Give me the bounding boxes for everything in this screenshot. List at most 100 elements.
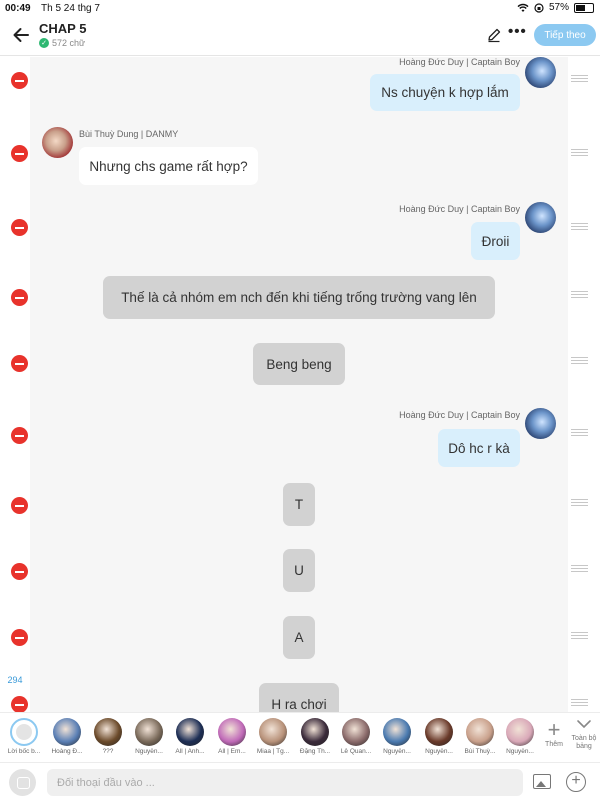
delete-message-icon[interactable]: [11, 497, 28, 514]
speaker-name: Hoàng Đức Duy | Captain Boy: [399, 57, 520, 67]
more-options-icon[interactable]: •••: [508, 23, 527, 40]
plus-icon: +: [547, 717, 561, 742]
speaker-name: Hoàng Đức Duy | Captain Boy: [399, 410, 520, 420]
character-item[interactable]: Nguyễn...: [501, 718, 539, 755]
character-name: Nguyễn...: [135, 748, 163, 755]
character-item[interactable]: Nguyễn...: [420, 718, 458, 755]
character-avatar: [425, 718, 453, 746]
battery-percent: 57%: [548, 2, 569, 13]
drag-handle-icon[interactable]: [571, 223, 588, 232]
character-item[interactable]: Nguyễn...: [130, 718, 168, 755]
word-count: ✓ 572 chữ: [39, 38, 85, 48]
narration-row: T: [0, 483, 600, 528]
character-name: Nguyễn...: [506, 748, 534, 755]
character-item[interactable]: Đặng Th...: [296, 718, 334, 755]
drag-handle-icon[interactable]: [571, 291, 588, 300]
character-name: Nguyễn...: [383, 748, 411, 755]
narration-row: Thế là cả nhóm em nch đến khi tiếng trốn…: [0, 276, 600, 321]
delete-message-icon[interactable]: [11, 355, 28, 372]
status-right: 57%: [517, 2, 594, 13]
character-bar: Lời bốc b... Hoàng Đ... ??? Nguyễn... Al…: [0, 712, 600, 762]
narration-row: H ra chơi: [0, 683, 600, 712]
message-bubble[interactable]: Nhưng chs game rất hợp?: [79, 147, 258, 185]
delete-message-icon[interactable]: [11, 219, 28, 236]
message-bubble[interactable]: Dô hc r kà: [438, 429, 520, 467]
character-name: Lê Quan...: [340, 748, 372, 755]
back-arrow-icon[interactable]: [10, 24, 32, 46]
orientation-lock-icon: [534, 2, 544, 13]
chat-area[interactable]: Hoàng Đức Duy | Captain Boy Ns chuyện k …: [0, 57, 600, 712]
delete-message-icon[interactable]: [11, 629, 28, 646]
narration-bubble[interactable]: Thế là cả nhóm em nch đến khi tiếng trốn…: [103, 276, 495, 319]
edit-pencil-icon[interactable]: [486, 27, 502, 43]
dialogue-input[interactable]: [47, 769, 523, 796]
delete-message-icon[interactable]: [11, 427, 28, 444]
character-avatar: [135, 718, 163, 746]
delete-message-icon[interactable]: [11, 72, 28, 89]
add-circle-icon[interactable]: +: [566, 772, 586, 792]
drag-handle-icon[interactable]: [571, 699, 588, 708]
message-bubble[interactable]: Ns chuyện k hợp lắm: [370, 74, 520, 111]
add-label: Thêm: [545, 741, 563, 748]
full-board-button[interactable]: Toàn bộ bảng: [569, 717, 599, 751]
dialogue-mode-icon[interactable]: [9, 769, 36, 796]
message-row: Bùi Thuỳ Dung | DANMY Nhưng chs game rất…: [0, 127, 600, 192]
character-item[interactable]: Miaa | Tg...: [254, 718, 292, 755]
character-name: Hoàng Đ...: [51, 748, 83, 755]
check-icon: ✓: [39, 38, 49, 48]
chevron-down-icon: [577, 720, 591, 729]
composer-bar: +: [0, 762, 600, 800]
avatar: [42, 127, 73, 158]
chapter-header: CHAP 5 ✓ 572 chữ ••• Tiếp theo: [0, 18, 600, 56]
word-count-label: 572 chữ: [52, 38, 86, 48]
character-name: All | Anh...: [175, 748, 205, 755]
speaker-name: Hoàng Đức Duy | Captain Boy: [399, 204, 520, 214]
narration-row: A: [0, 616, 600, 661]
character-avatar: [506, 718, 534, 746]
character-avatar: [259, 718, 287, 746]
message-count-badge: 294: [0, 670, 30, 690]
narration-bubble[interactable]: Beng beng: [253, 343, 345, 385]
avatar: [525, 202, 556, 233]
delete-message-icon[interactable]: [11, 145, 28, 162]
character-narrator[interactable]: Lời bốc b...: [5, 718, 43, 755]
character-avatar: [94, 718, 122, 746]
status-time: 00:49: [5, 3, 31, 14]
board-label: Toàn bộ bảng: [571, 735, 597, 750]
drag-handle-icon[interactable]: [571, 429, 588, 438]
narration-bubble[interactable]: A: [283, 616, 315, 659]
delete-message-icon[interactable]: [11, 289, 28, 306]
character-name: Bùi Thuỳ...: [464, 748, 496, 755]
character-avatar: [218, 718, 246, 746]
narration-bubble[interactable]: T: [283, 483, 315, 526]
next-chapter-button[interactable]: Tiếp theo: [534, 24, 596, 46]
avatar: [525, 408, 556, 439]
delete-message-icon[interactable]: [11, 696, 28, 712]
character-item[interactable]: ???: [89, 718, 127, 755]
delete-message-icon[interactable]: [11, 563, 28, 580]
image-icon[interactable]: [533, 774, 551, 789]
message-bubble[interactable]: Đroii: [471, 222, 520, 260]
message-row: Hoàng Đức Duy | Captain Boy Ns chuyện k …: [0, 57, 600, 122]
drag-handle-icon[interactable]: [571, 632, 588, 641]
message-row: Hoàng Đức Duy | Captain Boy Đroii: [0, 202, 600, 264]
character-item[interactable]: Bùi Thuỳ...: [461, 718, 499, 755]
character-item[interactable]: All | Anh...: [171, 718, 209, 755]
character-avatar: [176, 718, 204, 746]
character-item[interactable]: Hoàng Đ...: [48, 718, 86, 755]
drag-handle-icon[interactable]: [571, 75, 588, 84]
drag-handle-icon[interactable]: [571, 357, 588, 366]
narration-bubble[interactable]: H ra chơi: [259, 683, 339, 712]
character-name: All | Em...: [218, 748, 246, 755]
character-name: Đặng Th...: [299, 748, 331, 755]
narration-bubble[interactable]: U: [283, 549, 315, 592]
drag-handle-icon[interactable]: [571, 565, 588, 574]
character-item[interactable]: Nguyễn...: [378, 718, 416, 755]
character-item[interactable]: All | Em...: [213, 718, 251, 755]
character-name: Nguyễn...: [425, 748, 453, 755]
add-character-button[interactable]: + Thêm: [541, 717, 567, 749]
narrator-icon: [10, 718, 38, 746]
drag-handle-icon[interactable]: [571, 499, 588, 508]
character-item[interactable]: Lê Quan...: [337, 718, 375, 755]
drag-handle-icon[interactable]: [571, 149, 588, 158]
